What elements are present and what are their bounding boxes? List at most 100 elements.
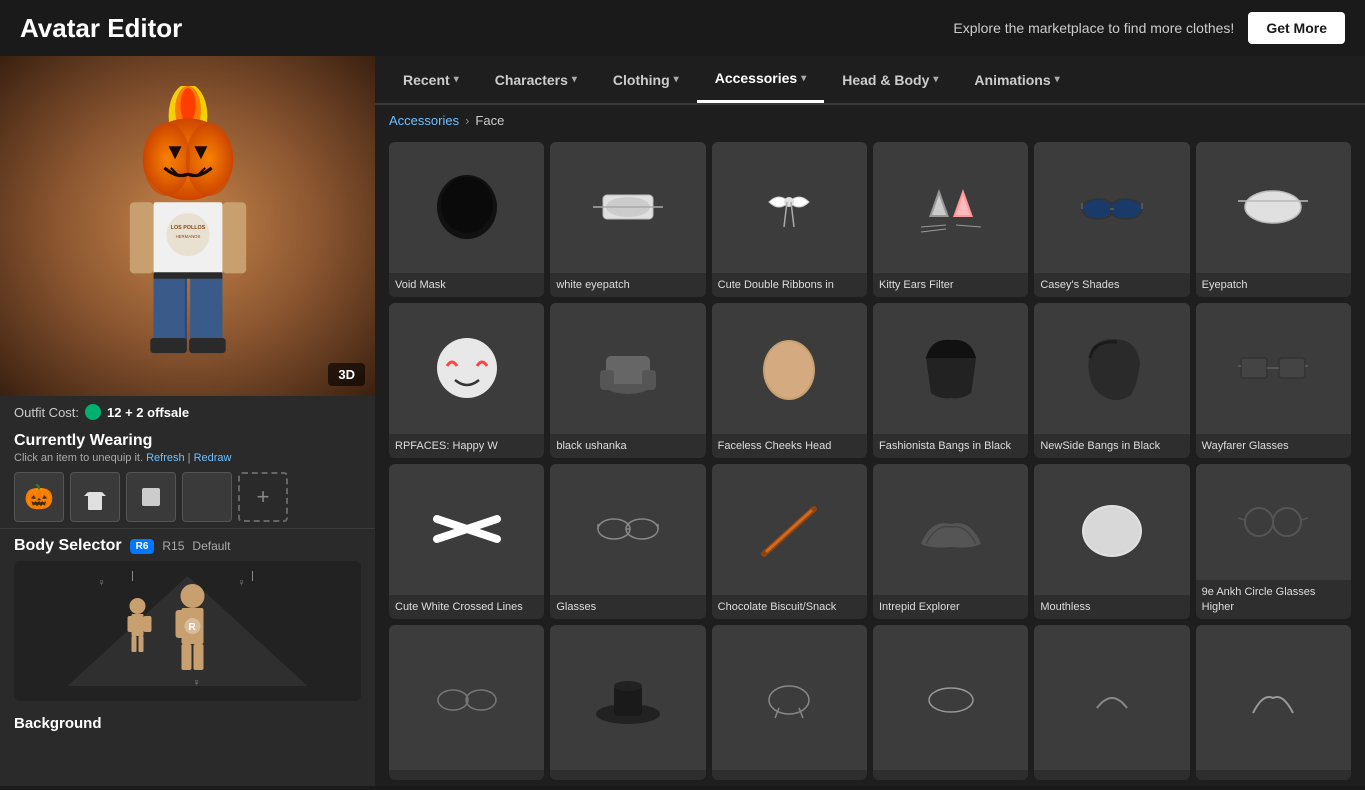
- item23-label: [1034, 770, 1189, 780]
- grid-item-void-mask[interactable]: Void Mask: [389, 142, 544, 297]
- rpfaces-image: [389, 303, 544, 434]
- crossed-lines-image: [389, 464, 544, 595]
- grid-item-rpfaces[interactable]: RPFACES: Happy W: [389, 303, 544, 458]
- tab-animations[interactable]: Animations ▾: [956, 56, 1077, 103]
- r6-badge[interactable]: R6: [130, 539, 155, 554]
- grid-item-circle-glasses[interactable]: 9e Ankh Circle Glasses Higher: [1196, 464, 1351, 619]
- grid-item-wayfarer[interactable]: Wayfarer Glasses: [1196, 303, 1351, 458]
- outfit-cost-label: Outfit Cost:: [14, 405, 79, 420]
- wearing-item-white[interactable]: [126, 472, 176, 522]
- tab-clothing[interactable]: Clothing ▾: [595, 56, 697, 103]
- tab-head-body[interactable]: Head & Body ▾: [824, 56, 956, 103]
- svg-text:R: R: [189, 622, 197, 633]
- chevron-down-icon: ▾: [801, 73, 806, 84]
- faceless-label: Faceless Cheeks Head: [712, 434, 867, 458]
- get-more-button[interactable]: Get More: [1248, 12, 1345, 44]
- currently-wearing-title: Currently Wearing: [14, 432, 361, 450]
- grid-item-22[interactable]: [873, 625, 1028, 780]
- body-selector: Body Selector R6 R15 Default ♀: [0, 528, 375, 709]
- wayfarer-label: Wayfarer Glasses: [1196, 434, 1351, 458]
- newside-bangs-label: NewSide Bangs in Black: [1034, 434, 1189, 458]
- circle-glasses-image: [1196, 464, 1351, 580]
- svg-text:HERMANOS: HERMANOS: [175, 234, 200, 239]
- chevron-down-icon: ▾: [1055, 74, 1060, 85]
- chevron-down-icon: ▾: [572, 74, 577, 85]
- right-panel: Recent ▾ Characters ▾ Clothing ▾ Accesso…: [375, 56, 1365, 786]
- page-title: Avatar Editor: [20, 13, 182, 44]
- eyepatch-label: Eyepatch: [1196, 273, 1351, 297]
- body-preview-svg: ♀ R: [14, 566, 361, 696]
- grid-item-crossed-lines[interactable]: Cute White Crossed Lines: [389, 464, 544, 619]
- body-preview: ♀ R: [14, 561, 361, 701]
- fashionista-bangs-image: [873, 303, 1028, 434]
- item22-label: [873, 770, 1028, 780]
- grid-item-faceless[interactable]: Faceless Cheeks Head: [712, 303, 867, 458]
- body-selector-header: Body Selector R6 R15 Default: [14, 537, 361, 555]
- item24-label: [1196, 770, 1351, 780]
- tab-accessories[interactable]: Accessories ▾: [697, 56, 825, 103]
- default-label: Default: [192, 539, 230, 553]
- refresh-link[interactable]: Refresh: [146, 452, 185, 464]
- circle-glasses-label: 9e Ankh Circle Glasses Higher: [1196, 580, 1351, 619]
- item21-label: [712, 770, 867, 780]
- wearing-items: 🎃: [14, 472, 361, 522]
- grid-item-explorer[interactable]: Intrepid Explorer: [873, 464, 1028, 619]
- shirt-icon: [80, 482, 110, 512]
- eyepatch-image: [1196, 142, 1351, 273]
- wayfarer-image: [1196, 303, 1351, 434]
- grid-item-21[interactable]: [712, 625, 867, 780]
- wearing-item-add[interactable]: +: [238, 472, 288, 522]
- avatar-preview: LOS POLLOS HERMANOS: [0, 56, 375, 396]
- mouthless-label: Mouthless: [1034, 595, 1189, 619]
- svg-text:♀: ♀: [193, 677, 201, 689]
- grid-item-white-eyepatch[interactable]: white eyepatch: [550, 142, 705, 297]
- biscuit-label: Chocolate Biscuit/Snack: [712, 595, 867, 619]
- chevron-down-icon: ▾: [454, 74, 459, 85]
- kitty-ears-label: Kitty Ears Filter: [873, 273, 1028, 297]
- avatar-image: LOS POLLOS HERMANOS: [78, 86, 298, 366]
- grid-item-glasses2[interactable]: [389, 625, 544, 780]
- glasses-image: [550, 464, 705, 595]
- grid-item-newside-bangs[interactable]: NewSide Bangs in Black: [1034, 303, 1189, 458]
- click-hint: Click an item to unequip it. Refresh | R…: [14, 452, 361, 464]
- explorer-label: Intrepid Explorer: [873, 595, 1028, 619]
- grid-item-caseys-shades[interactable]: Casey's Shades: [1034, 142, 1189, 297]
- outfit-cost: Outfit Cost: 12 + 2 offsale: [0, 396, 375, 428]
- wearing-item-pumpkin[interactable]: 🎃: [14, 472, 64, 522]
- wearing-item-empty: [182, 472, 232, 522]
- faceless-image: [712, 303, 867, 434]
- breadcrumb-parent[interactable]: Accessories: [389, 113, 459, 128]
- wearing-item-shirt[interactable]: [70, 472, 120, 522]
- tab-characters[interactable]: Characters ▾: [477, 56, 595, 103]
- svg-text:♀: ♀: [238, 577, 246, 589]
- mouthless-image: [1034, 464, 1189, 595]
- grid-item-eyepatch[interactable]: Eyepatch: [1196, 142, 1351, 297]
- item22-image: [873, 625, 1028, 770]
- grid-item-kitty-ears[interactable]: Kitty Ears Filter: [873, 142, 1028, 297]
- ushanka-label: black ushanka: [550, 434, 705, 458]
- left-panel: LOS POLLOS HERMANOS: [0, 56, 375, 786]
- svg-text:♀: ♀: [98, 577, 106, 589]
- grid-item-black-hat[interactable]: [550, 625, 705, 780]
- tab-recent[interactable]: Recent ▾: [385, 56, 477, 103]
- 3d-badge[interactable]: 3D: [328, 363, 365, 386]
- breadcrumb-separator: ›: [465, 113, 469, 128]
- ribbons-label: Cute Double Ribbons in: [712, 273, 867, 297]
- header-right: Explore the marketplace to find more clo…: [953, 12, 1345, 44]
- grid-item-mouthless[interactable]: Mouthless: [1034, 464, 1189, 619]
- grid-item-fashionista-bangs[interactable]: Fashionista Bangs in Black: [873, 303, 1028, 458]
- void-mask-label: Void Mask: [389, 273, 544, 297]
- pumpkin-icon: 🎃: [24, 483, 54, 512]
- redraw-link[interactable]: Redraw: [194, 452, 232, 464]
- grid-item-biscuit[interactable]: Chocolate Biscuit/Snack: [712, 464, 867, 619]
- fashionista-bangs-label: Fashionista Bangs in Black: [873, 434, 1028, 458]
- ushanka-image: [550, 303, 705, 434]
- grid-item-23[interactable]: [1034, 625, 1189, 780]
- grid-item-glasses[interactable]: Glasses: [550, 464, 705, 619]
- void-mask-image: [389, 142, 544, 273]
- breadcrumb: Accessories › Face: [375, 105, 1365, 136]
- r15-label[interactable]: R15: [162, 539, 184, 553]
- grid-item-ushanka[interactable]: black ushanka: [550, 303, 705, 458]
- grid-item-ribbons[interactable]: Cute Double Ribbons in: [712, 142, 867, 297]
- grid-item-24[interactable]: [1196, 625, 1351, 780]
